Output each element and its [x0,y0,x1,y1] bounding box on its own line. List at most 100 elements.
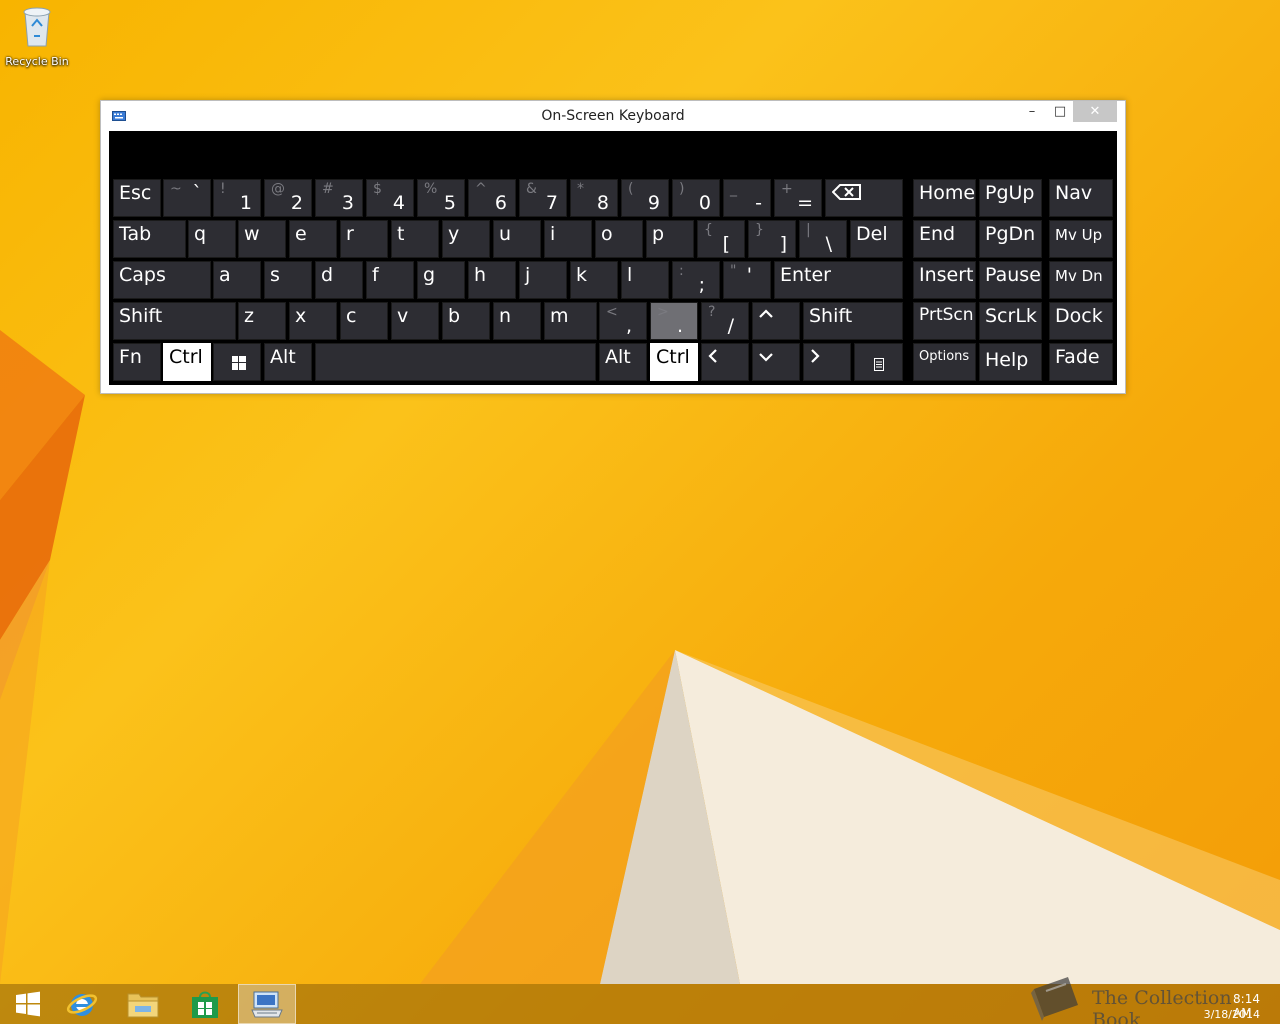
key-enter[interactable]: Enter [774,261,903,299]
key-fade[interactable]: Fade [1049,343,1113,381]
key-shift-right[interactable]: Shift [803,302,903,340]
key-arrow-down[interactable] [752,343,800,381]
key-semicolon[interactable]: :; [672,261,720,299]
key-equals[interactable]: + = [774,179,822,217]
key-s[interactable]: s [264,261,312,299]
key-9[interactable]: (9 [621,179,669,217]
key-c[interactable]: c [340,302,388,340]
start-button[interactable] [0,984,56,1024]
key-4[interactable]: $4 [366,179,414,217]
key-arrow-left[interactable] [701,343,749,381]
key-l[interactable]: l [621,261,669,299]
backspace-icon [832,184,861,200]
key-pgup[interactable]: PgUp [979,179,1042,217]
taskbar-internet-explorer[interactable] [54,984,110,1024]
key-shift-label: ! [220,181,226,197]
key-nav[interactable]: Nav [1049,179,1113,217]
key-u[interactable]: u [493,220,541,258]
key-j[interactable]: j [519,261,567,299]
title-bar[interactable]: On-Screen Keyboard – □ ✕ [101,101,1125,131]
key-comma[interactable]: <, [599,302,647,340]
key-end[interactable]: End [913,220,976,258]
key-h[interactable]: h [468,261,516,299]
key-esc[interactable]: Esc [113,179,161,217]
key-d[interactable]: d [315,261,363,299]
key-label: Shift [809,305,853,327]
key-backslash[interactable]: | \ [799,220,847,258]
key-minus[interactable]: _ - [723,179,771,217]
key-help[interactable]: Help [979,343,1042,381]
key-o[interactable]: o [595,220,643,258]
key-windows[interactable] [213,343,261,381]
key-home[interactable]: Home [913,179,976,217]
key-5[interactable]: % 5 [417,179,465,217]
key-menu[interactable] [854,343,903,381]
key-del[interactable]: Del [850,220,903,258]
key-e[interactable]: e [289,220,337,258]
close-button[interactable]: ✕ [1073,101,1117,122]
key-v[interactable]: v [391,302,439,340]
key-w[interactable]: w [238,220,286,258]
minimize-button[interactable]: – [1019,101,1045,122]
key-slash[interactable]: ? / [701,302,749,340]
key-a[interactable]: a [213,261,261,299]
key-period[interactable]: >. [650,302,698,340]
key-label: ScrLk [985,305,1037,327]
key-quote[interactable]: " ' [723,261,771,299]
key-6[interactable]: ^ 6 [468,179,516,217]
key-arrow-up[interactable] [752,302,800,340]
key-caps[interactable]: Caps [113,261,211,299]
key-pause[interactable]: Pause [979,261,1042,299]
key-g[interactable]: g [417,261,465,299]
key-dock[interactable]: Dock [1049,302,1113,340]
key-options[interactable]: Options [913,343,976,381]
key-2[interactable]: @2 [264,179,312,217]
key-shift-left[interactable]: Shift [113,302,236,340]
key-r[interactable]: r [340,220,388,258]
key-8[interactable]: * 8 [570,179,618,217]
key-arrow-right[interactable] [803,343,851,381]
key-scrlk[interactable]: ScrLk [979,302,1042,340]
key-backspace[interactable] [825,179,903,217]
key-backtick[interactable]: ~ ` [163,179,211,217]
on-screen-keyboard-window: On-Screen Keyboard – □ ✕ Esc ~ ` ! 1 @2 #3… [100,100,1126,394]
key-left-bracket[interactable]: {[ [697,220,745,258]
key-b[interactable]: b [442,302,490,340]
recycle-bin[interactable]: Recycle Bin [4,6,70,68]
key-tab[interactable]: Tab [113,220,186,258]
key-move-up[interactable]: Mv Up [1049,220,1113,258]
key-t[interactable]: t [391,220,439,258]
key-0[interactable]: ) 0 [672,179,720,217]
key-ctrl-left[interactable]: Ctrl [163,343,211,381]
taskbar-store[interactable] [177,984,233,1024]
key-prtscn[interactable]: PrtScn [913,302,976,340]
key-alt-right[interactable]: Alt [599,343,647,381]
maximize-button[interactable]: □ [1047,101,1073,122]
key-z[interactable]: z [238,302,286,340]
key-p[interactable]: p [646,220,694,258]
chevron-up-icon [759,309,773,318]
key-space[interactable] [315,343,596,381]
key-f[interactable]: f [366,261,414,299]
key-alt-left[interactable]: Alt [264,343,312,381]
key-n[interactable]: n [493,302,541,340]
key-right-bracket[interactable]: }] [748,220,796,258]
taskbar-file-explorer[interactable] [115,984,171,1024]
key-insert[interactable]: Insert [913,261,976,299]
key-1[interactable]: ! 1 [213,179,261,217]
key-pgdn[interactable]: PgDn [979,220,1042,258]
key-7[interactable]: & 7 [519,179,567,217]
key-ctrl-right[interactable]: Ctrl [650,343,698,381]
key-y[interactable]: y [442,220,490,258]
key-k[interactable]: k [570,261,618,299]
key-main-label: \ [825,233,832,255]
key-main-label: = [797,192,813,214]
key-fn[interactable]: Fn [113,343,161,381]
key-3[interactable]: #3 [315,179,363,217]
taskbar-on-screen-keyboard[interactable] [238,984,296,1024]
key-i[interactable]: i [544,220,592,258]
key-move-down[interactable]: Mv Dn [1049,261,1113,299]
key-q[interactable]: q [188,220,236,258]
key-x[interactable]: x [289,302,337,340]
key-m[interactable]: m [544,302,597,340]
